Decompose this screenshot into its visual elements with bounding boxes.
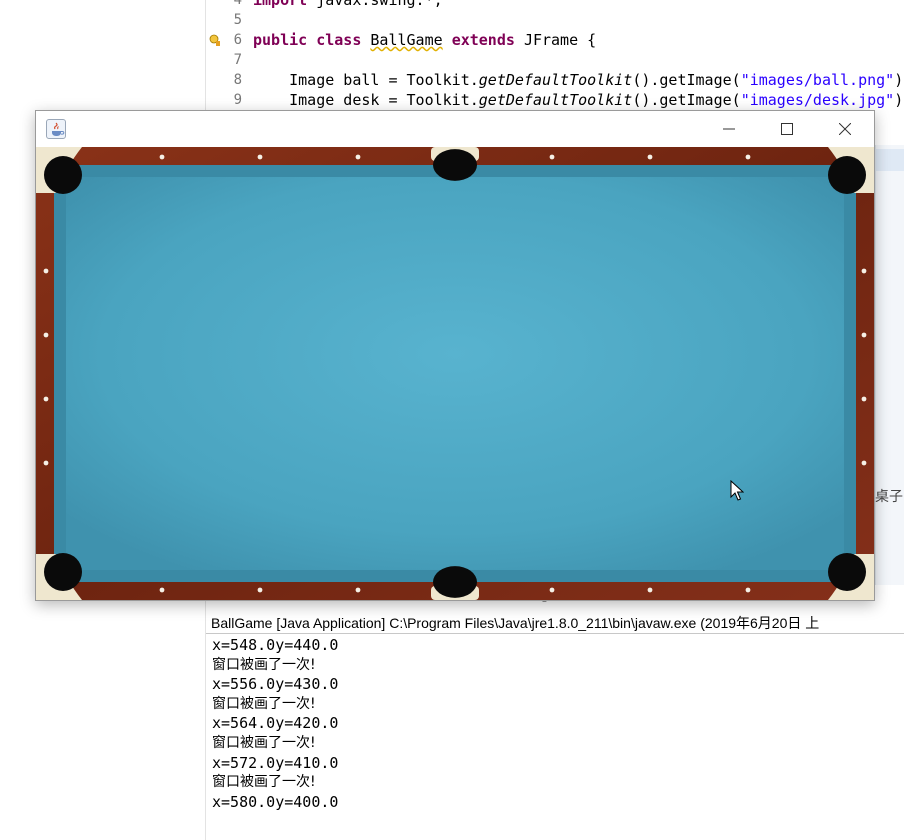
close-button[interactable] bbox=[816, 111, 874, 147]
code-line: 5 bbox=[0, 10, 904, 30]
rail-diamond bbox=[159, 154, 165, 160]
console-line: x=548.0y=440.0 bbox=[212, 636, 339, 654]
ballgame-window[interactable] bbox=[35, 110, 875, 601]
rail-diamond bbox=[861, 332, 867, 338]
rail-diamond bbox=[43, 268, 49, 274]
pocket bbox=[44, 156, 82, 194]
table-felt bbox=[66, 177, 844, 570]
line-number: 7 bbox=[233, 52, 242, 68]
outline-highlight bbox=[876, 149, 904, 171]
mouse-cursor-icon bbox=[730, 480, 744, 501]
code-line: 8 Image ball = Toolkit.getDefaultToolkit… bbox=[0, 70, 904, 90]
rail-diamond bbox=[43, 332, 49, 338]
pocket bbox=[44, 553, 82, 591]
maximize-button[interactable] bbox=[758, 111, 816, 147]
java-cup-icon[interactable] bbox=[46, 119, 66, 139]
rail-diamond bbox=[355, 587, 361, 593]
minimize-icon bbox=[723, 128, 735, 130]
line-number: 8 bbox=[233, 72, 242, 88]
rail-diamond bbox=[647, 154, 653, 160]
console-line: x=556.0y=430.0 bbox=[212, 675, 339, 694]
code-text: public class BallGame extends JFrame { bbox=[253, 31, 597, 49]
outline-panel bbox=[875, 145, 904, 585]
console-output[interactable]: x=548.0y=440.0 窗口被画了一次! x=556.0y=430.0 窗口被画… bbox=[212, 636, 904, 812]
rail-diamond bbox=[549, 587, 555, 593]
line-number: 6 bbox=[233, 32, 242, 48]
console-line: x=580.0y=400.0 bbox=[212, 792, 339, 811]
console-line: 窗口被画了一次! bbox=[212, 734, 316, 751]
rail-diamond bbox=[257, 154, 263, 160]
console-line: x=572.0y=410.0 bbox=[212, 753, 339, 772]
code-line: 4 import javax.swing.*; bbox=[0, 0, 904, 10]
code-line: 9 Image desk = Toolkit.getDefaultToolkit… bbox=[0, 90, 904, 110]
rail-diamond bbox=[257, 587, 263, 593]
maximize-icon bbox=[781, 123, 793, 135]
console-title: BallGame [Java Application] C:\Program F… bbox=[206, 612, 904, 634]
close-icon bbox=[839, 123, 851, 135]
pocket bbox=[433, 149, 477, 181]
window-titlebar[interactable] bbox=[36, 111, 874, 147]
rail-diamond bbox=[647, 587, 653, 593]
console-line: 窗口被画了一次! bbox=[212, 695, 316, 712]
minimize-button[interactable] bbox=[700, 111, 758, 147]
billiard-table-canvas[interactable] bbox=[36, 147, 874, 600]
code-line: 6 public class BallGame extends JFrame { bbox=[0, 30, 904, 50]
rail-diamond bbox=[159, 587, 165, 593]
code-text: import javax.swing.*; bbox=[253, 0, 443, 9]
rail-diamond bbox=[861, 268, 867, 274]
warning-icon[interactable] bbox=[209, 33, 221, 47]
rail-diamond bbox=[861, 460, 867, 466]
rail-diamond bbox=[43, 460, 49, 466]
rail-diamond bbox=[745, 587, 751, 593]
line-number: 4 bbox=[233, 0, 242, 8]
line-number: 5 bbox=[233, 12, 242, 28]
code-text: Image desk = Toolkit.getDefaultToolkit()… bbox=[253, 91, 904, 109]
line-number: 9 bbox=[233, 92, 242, 108]
rail-diamond bbox=[745, 154, 751, 160]
console-line: 窗口被画了一次! bbox=[212, 656, 316, 673]
console-line: x=564.0y=420.0 bbox=[212, 714, 339, 733]
rail-diamond bbox=[549, 154, 555, 160]
pocket bbox=[828, 156, 866, 194]
rail-diamond bbox=[861, 396, 867, 402]
rail-diamond bbox=[43, 396, 49, 402]
pocket bbox=[828, 553, 866, 591]
rail-diamond bbox=[355, 154, 361, 160]
outline-item-label: 桌子 bbox=[875, 489, 903, 505]
code-text: Image ball = Toolkit.getDefaultToolkit()… bbox=[253, 71, 904, 89]
code-line: 7 bbox=[0, 50, 904, 70]
pocket bbox=[433, 566, 477, 598]
console-line: 窗口被画了一次! bbox=[212, 774, 316, 791]
